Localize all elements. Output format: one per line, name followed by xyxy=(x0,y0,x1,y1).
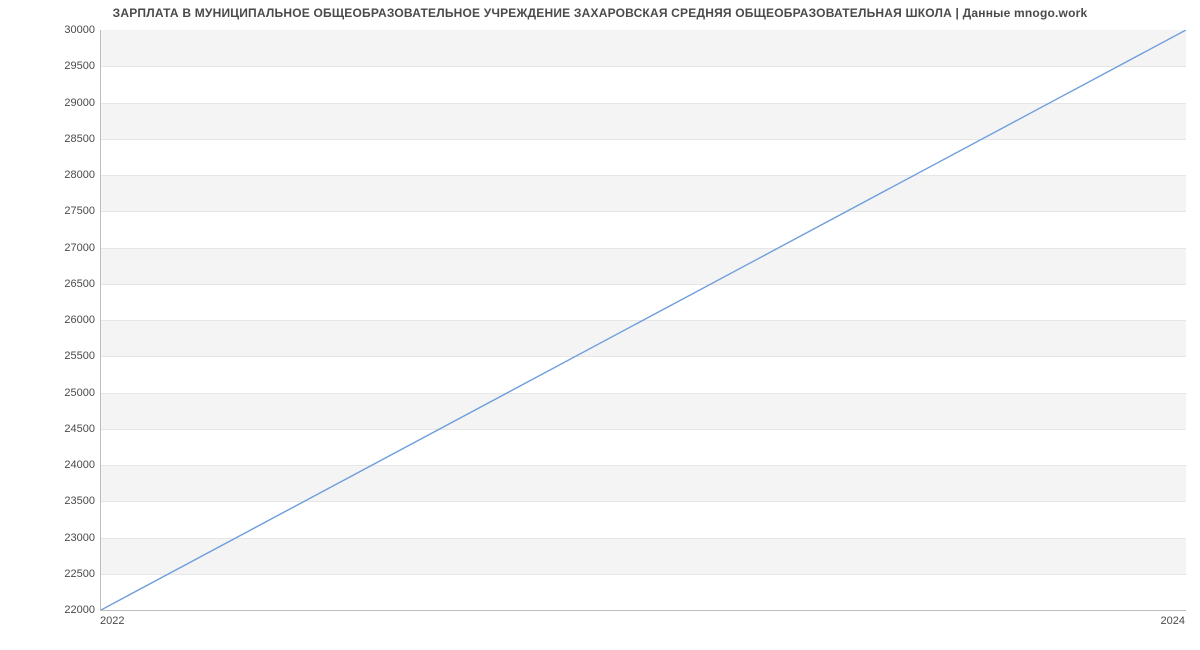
y-tick-label: 29500 xyxy=(15,60,95,72)
y-tick-label: 26000 xyxy=(15,314,95,326)
y-tick-label: 22500 xyxy=(15,568,95,580)
y-tick-label: 25000 xyxy=(15,387,95,399)
plot-area xyxy=(100,30,1186,611)
y-tick-label: 25500 xyxy=(15,350,95,362)
y-tick-label: 24000 xyxy=(15,459,95,471)
y-tick-label: 23500 xyxy=(15,495,95,507)
chart-line-layer xyxy=(101,30,1186,610)
chart-title: ЗАРПЛАТА В МУНИЦИПАЛЬНОЕ ОБЩЕОБРАЗОВАТЕЛ… xyxy=(0,6,1200,20)
y-tick-label: 23000 xyxy=(15,532,95,544)
y-tick-label: 30000 xyxy=(15,24,95,36)
y-tick-label: 29000 xyxy=(15,97,95,109)
y-tick-label: 27000 xyxy=(15,242,95,254)
y-tick-label: 28500 xyxy=(15,133,95,145)
x-tick-label: 2024 xyxy=(1161,615,1185,627)
y-tick-label: 28000 xyxy=(15,169,95,181)
salary-line xyxy=(101,30,1186,610)
y-tick-label: 22000 xyxy=(15,604,95,616)
chart-container: ЗАРПЛАТА В МУНИЦИПАЛЬНОЕ ОБЩЕОБРАЗОВАТЕЛ… xyxy=(0,0,1200,650)
y-tick-label: 24500 xyxy=(15,423,95,435)
y-tick-label: 26500 xyxy=(15,278,95,290)
x-tick-label: 2022 xyxy=(100,615,124,627)
y-tick-label: 27500 xyxy=(15,205,95,217)
